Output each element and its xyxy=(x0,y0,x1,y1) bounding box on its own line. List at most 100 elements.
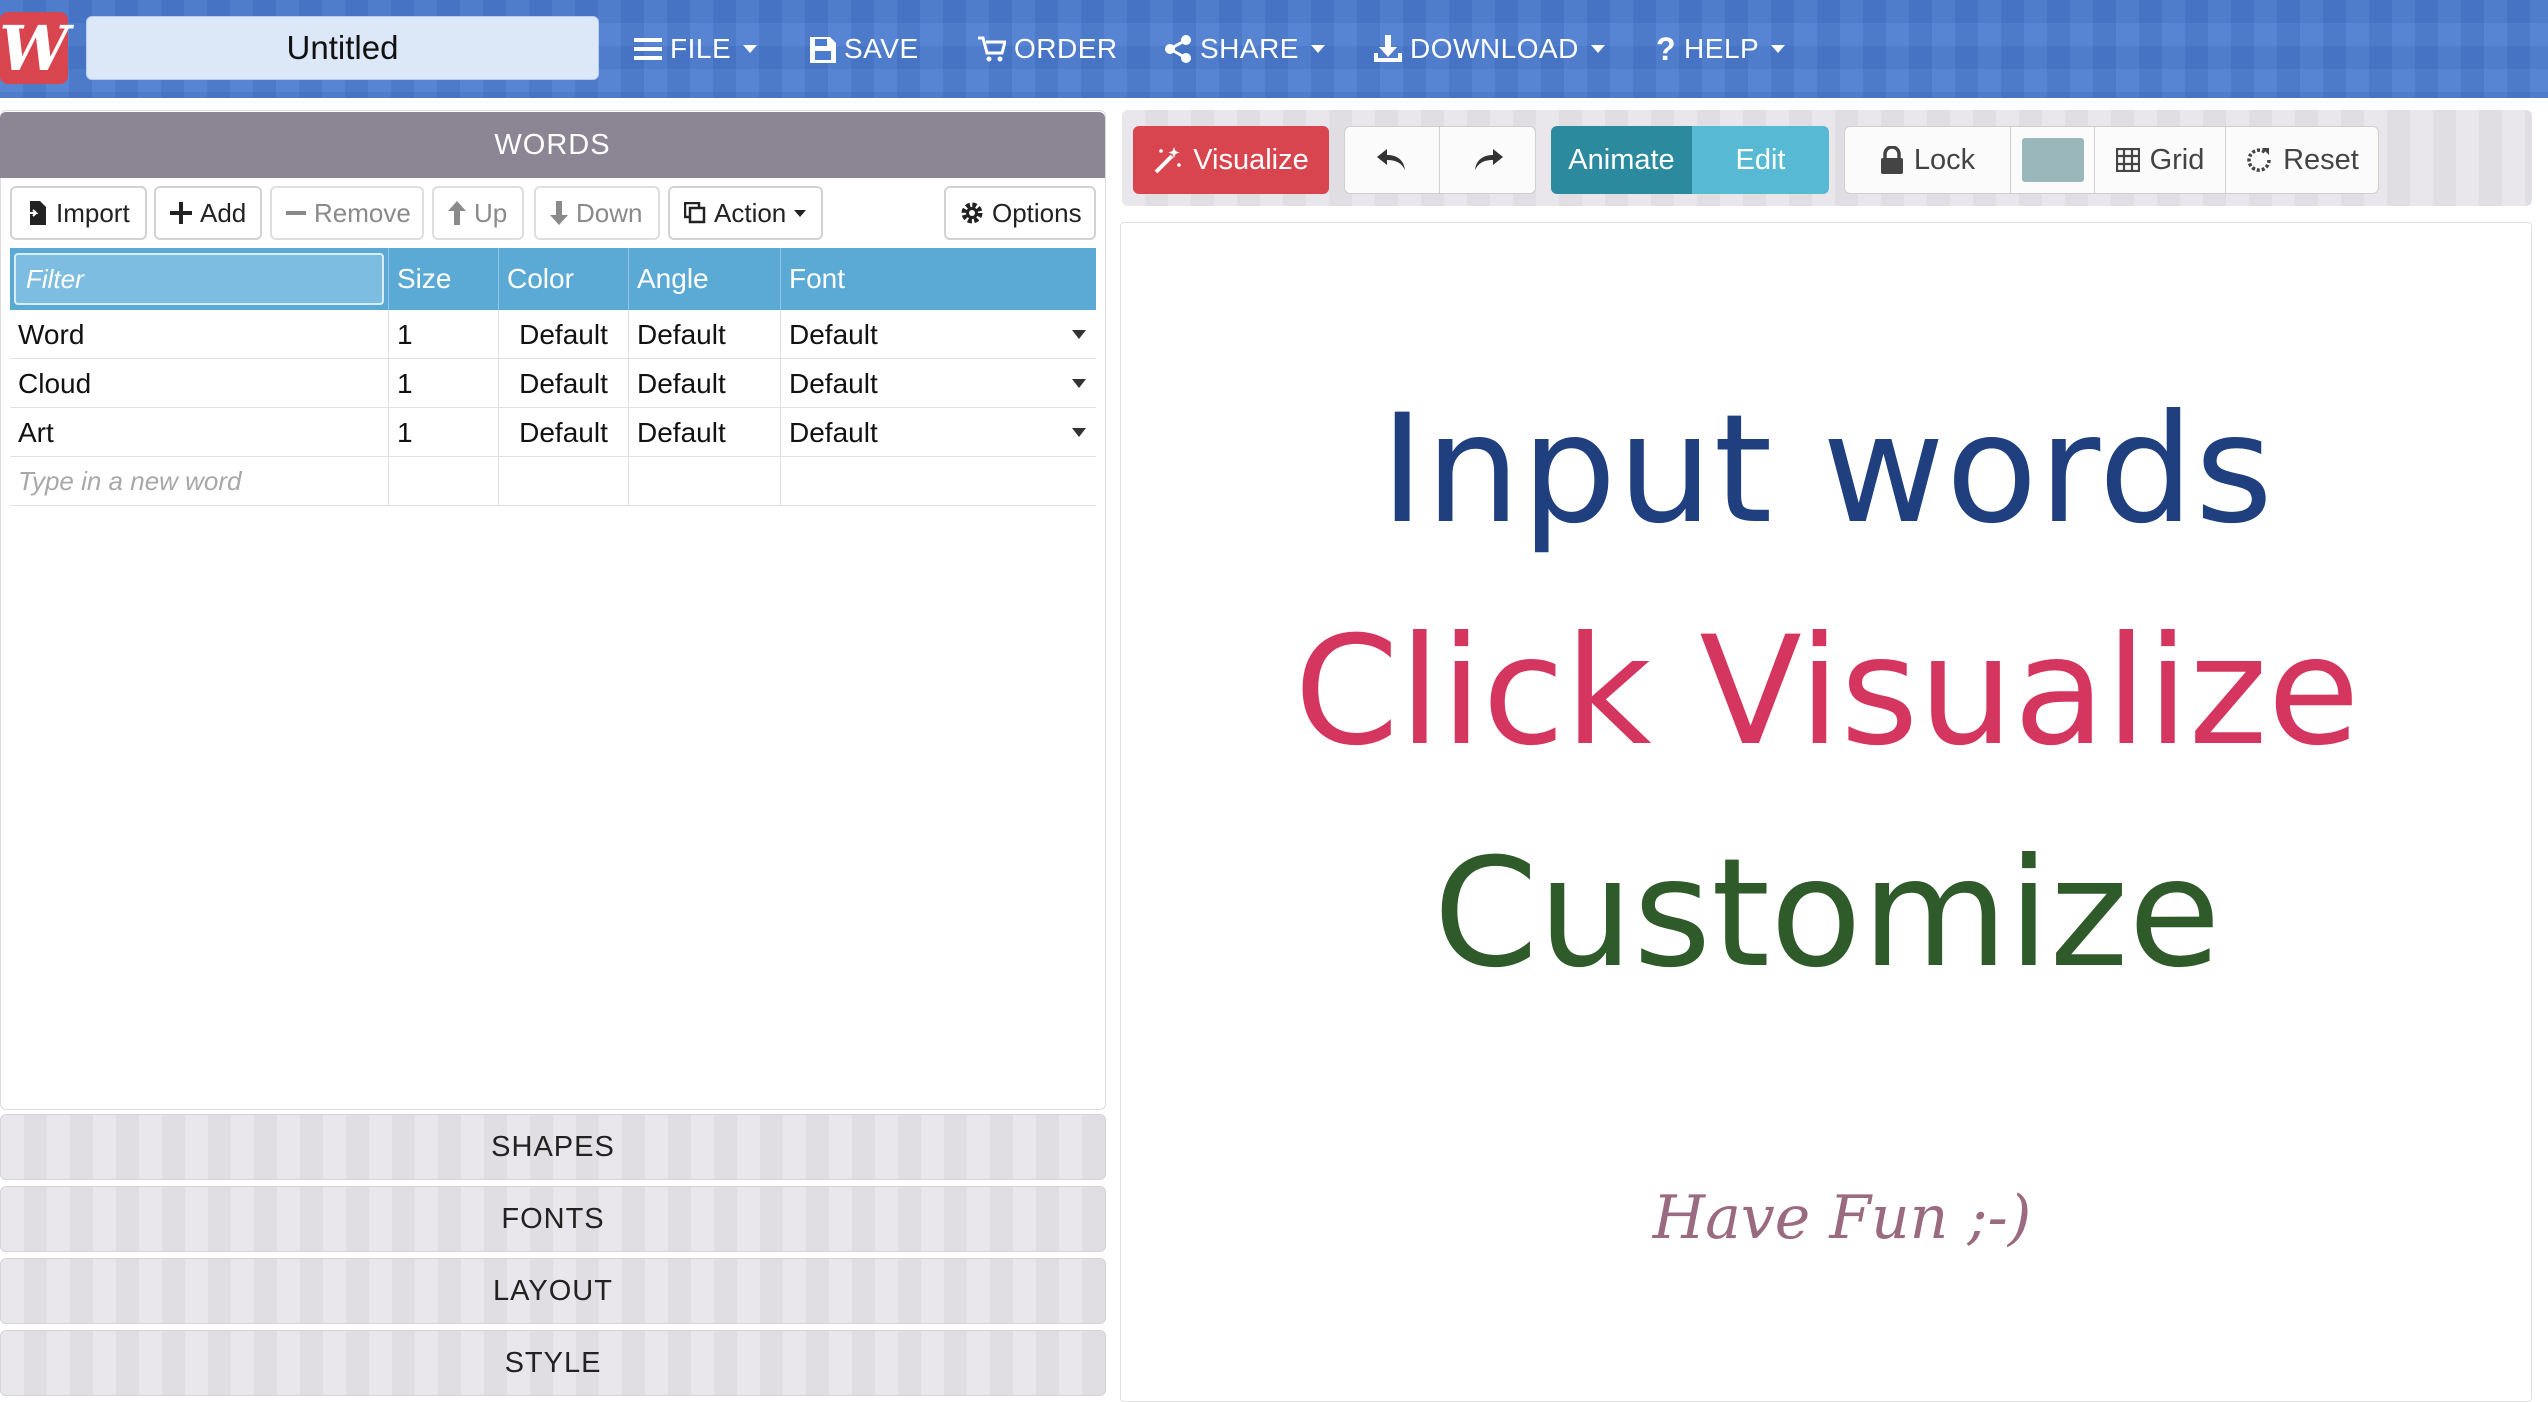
floppy-disk-icon xyxy=(810,37,836,63)
document-title-input[interactable]: Untitled xyxy=(86,16,599,80)
grid-toggle-button[interactable]: Grid xyxy=(2095,126,2226,194)
table-row[interactable]: Art 1 Default Default Default xyxy=(10,408,1096,457)
lock-button[interactable]: Lock xyxy=(1844,126,2011,194)
empty-cell xyxy=(628,457,780,506)
order-button[interactable]: ORDER xyxy=(978,0,1118,98)
canvas-word-have-fun[interactable]: Have Fun ;-) xyxy=(1121,1183,2533,1253)
undo-icon xyxy=(1377,149,1405,170)
visualize-button[interactable]: Visualize xyxy=(1133,126,1329,194)
dropdown-arrow-icon[interactable] xyxy=(1072,428,1086,437)
chevron-down-icon xyxy=(1310,45,1325,53)
help-menu[interactable]: ? HELP xyxy=(1656,0,1786,98)
style-section[interactable]: STYLE xyxy=(0,1330,1106,1396)
share-icon xyxy=(1165,35,1191,63)
font-cell[interactable]: Default xyxy=(780,310,1096,359)
column-header-font[interactable]: Font xyxy=(780,248,1096,310)
refresh-icon xyxy=(2247,148,2271,172)
remove-label: Remove xyxy=(314,197,411,228)
font-value: Default xyxy=(789,417,878,448)
edit-mode-button[interactable]: Edit xyxy=(1692,126,1829,194)
words-section-header[interactable]: WORDS xyxy=(0,112,1105,178)
canvas-word-input-words[interactable]: Input words xyxy=(1121,383,2533,557)
app-logo[interactable]: W xyxy=(0,11,69,85)
hamburger-icon xyxy=(634,38,662,60)
size-cell[interactable]: 1 xyxy=(388,310,498,359)
fonts-section[interactable]: FONTS xyxy=(0,1186,1106,1252)
add-word-button[interactable]: Add xyxy=(154,186,262,240)
question-mark-icon: ? xyxy=(1656,30,1677,67)
table-row[interactable]: Cloud 1 Default Default Default xyxy=(10,359,1096,408)
share-label: SHARE xyxy=(1200,33,1299,64)
word-cell[interactable]: Word xyxy=(10,310,388,359)
column-header-angle[interactable]: Angle xyxy=(628,248,780,310)
color-cell[interactable]: Default xyxy=(498,408,628,457)
cart-icon xyxy=(978,36,1006,62)
download-menu[interactable]: DOWNLOAD xyxy=(1374,0,1605,98)
font-value: Default xyxy=(789,319,878,350)
word-cloud-canvas[interactable]: Input words Click Visualize Customize Ha… xyxy=(1120,222,2532,1402)
column-header-size[interactable]: Size xyxy=(388,248,498,310)
layout-section[interactable]: LAYOUT xyxy=(0,1258,1106,1324)
redo-button[interactable] xyxy=(1440,126,1536,194)
gear-icon xyxy=(961,202,983,224)
arrow-down-icon xyxy=(550,201,568,225)
lock-icon xyxy=(1880,146,1903,174)
chevron-down-icon xyxy=(1590,45,1605,53)
word-cell[interactable]: Cloud xyxy=(10,359,388,408)
import-label: Import xyxy=(56,197,130,228)
canvas-word-click-visualize[interactable]: Click Visualize xyxy=(1121,605,2533,779)
filter-input[interactable]: Filter xyxy=(14,253,384,305)
import-button[interactable]: Import xyxy=(10,186,147,240)
redo-icon xyxy=(1474,149,1503,170)
background-color-button[interactable] xyxy=(2011,126,2095,194)
word-cell[interactable]: Art xyxy=(10,408,388,457)
options-button[interactable]: Options xyxy=(944,186,1096,240)
move-down-button[interactable]: Down xyxy=(534,186,660,240)
empty-cell xyxy=(498,457,628,506)
angle-cell[interactable]: Default xyxy=(628,359,780,408)
table-row[interactable]: Word 1 Default Default Default xyxy=(10,310,1096,359)
plus-icon xyxy=(170,202,192,224)
animate-mode-button[interactable]: Animate xyxy=(1551,126,1692,194)
font-cell[interactable]: Default xyxy=(780,408,1096,457)
color-swatch xyxy=(2021,138,2084,182)
canvas-word-customize[interactable]: Customize xyxy=(1121,827,2533,1001)
shapes-section[interactable]: SHAPES xyxy=(0,1114,1106,1180)
dropdown-arrow-icon[interactable] xyxy=(1072,330,1086,339)
copy-icon xyxy=(684,202,706,224)
angle-cell[interactable]: Default xyxy=(628,310,780,359)
color-cell[interactable]: Default xyxy=(498,310,628,359)
reset-button[interactable]: Reset xyxy=(2226,126,2379,194)
logo-letter: W xyxy=(0,11,69,85)
empty-cell xyxy=(780,457,1096,506)
arrow-up-icon xyxy=(448,201,466,225)
grid-label: Grid xyxy=(2149,143,2205,176)
size-cell[interactable]: 1 xyxy=(388,408,498,457)
order-label: ORDER xyxy=(1014,33,1118,64)
dropdown-arrow-icon[interactable] xyxy=(1072,379,1086,388)
add-label: Add xyxy=(200,197,247,228)
file-menu[interactable]: FILE xyxy=(634,0,758,98)
up-label: Up xyxy=(474,197,508,228)
save-button[interactable]: SAVE xyxy=(810,0,919,98)
file-menu-label: FILE xyxy=(670,33,732,64)
chevron-down-icon xyxy=(1771,45,1786,53)
new-word-row[interactable]: Type in a new word xyxy=(10,457,1096,506)
reset-label: Reset xyxy=(2283,143,2359,176)
move-up-button[interactable]: Up xyxy=(432,186,524,240)
new-word-input[interactable]: Type in a new word xyxy=(10,457,388,506)
empty-cell xyxy=(388,457,498,506)
remove-word-button[interactable]: Remove xyxy=(270,186,424,240)
column-header-color[interactable]: Color xyxy=(498,248,628,310)
font-cell[interactable]: Default xyxy=(780,359,1096,408)
color-cell[interactable]: Default xyxy=(498,359,628,408)
chevron-down-icon xyxy=(743,45,758,53)
options-label: Options xyxy=(992,197,1082,228)
action-menu-button[interactable]: Action xyxy=(668,186,823,240)
undo-button[interactable] xyxy=(1344,126,1440,194)
share-menu[interactable]: SHARE xyxy=(1164,0,1325,98)
grid-icon xyxy=(2115,148,2140,172)
angle-cell[interactable]: Default xyxy=(628,408,780,457)
down-label: Down xyxy=(576,197,643,228)
size-cell[interactable]: 1 xyxy=(388,359,498,408)
